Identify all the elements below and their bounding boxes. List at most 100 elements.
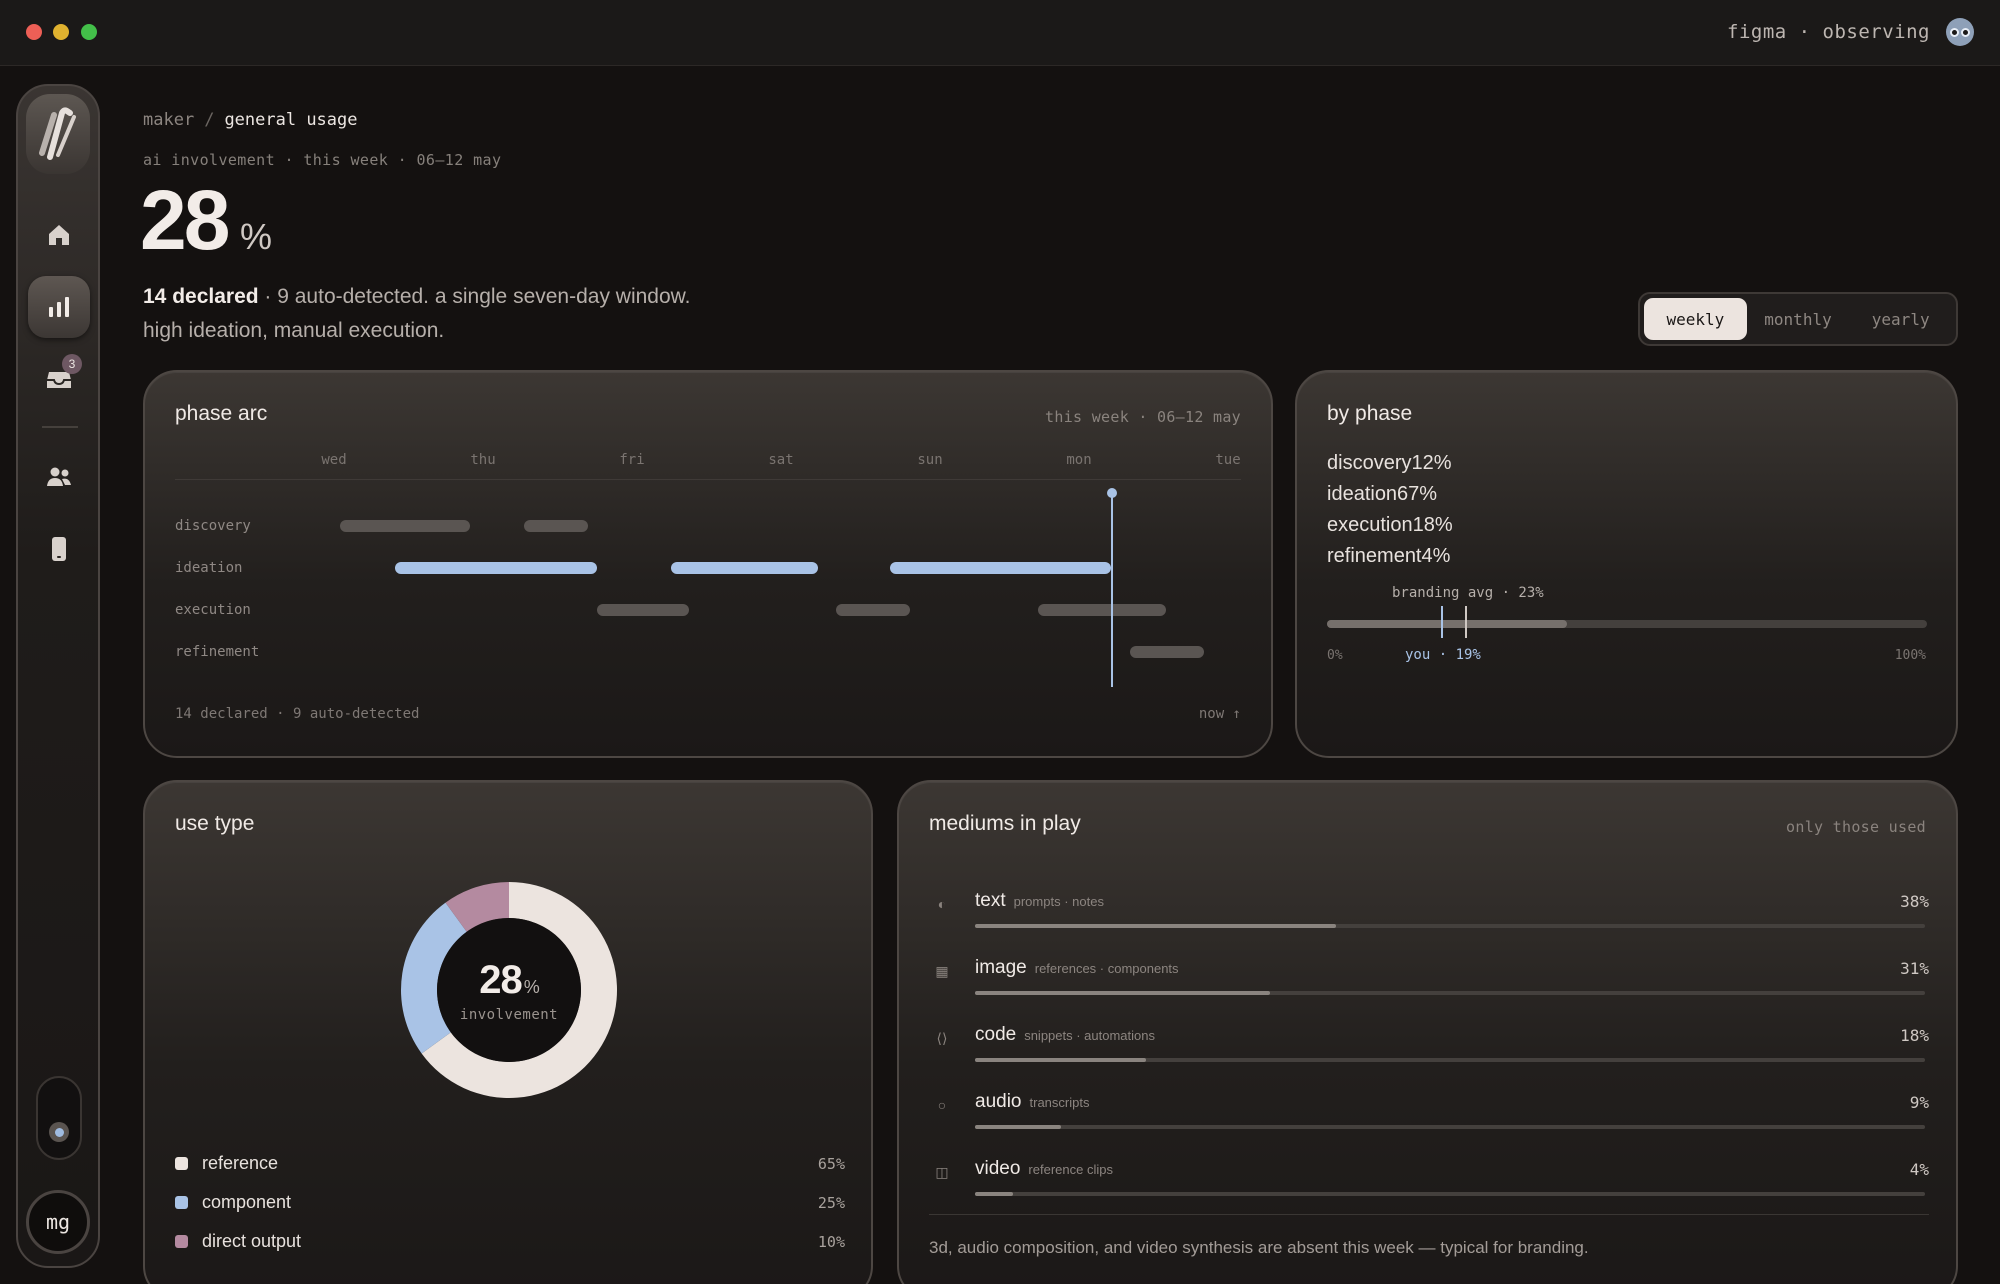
use-type-title: use type (175, 812, 255, 835)
legend-swatch (175, 1157, 188, 1170)
medium-row-audio[interactable]: ○ audio transcripts 9% (929, 1079, 1929, 1145)
phase-item-refinement: refinement4% (1327, 545, 1451, 567)
home-icon (49, 225, 69, 245)
now-label: now ↑ (1198, 706, 1241, 722)
day-label: thu (470, 452, 496, 468)
use-type-legend: reference 65% component 25% direct outpu… (175, 1144, 845, 1261)
execution-session-bar[interactable] (597, 604, 689, 616)
involvement-unit: % (240, 216, 273, 257)
day-axis-line (175, 479, 1241, 480)
mediums-note: 3d, audio composition, and video synthes… (929, 1238, 1589, 1257)
summary-line-2: high ideation, manual execution. (143, 319, 445, 342)
comparison-fill (1327, 620, 1567, 628)
branding-avg-label: branding avg · 23% (1392, 585, 1544, 601)
legend-swatch (175, 1196, 188, 1209)
video-icon: ◫ (935, 1164, 949, 1180)
people-icon (47, 467, 71, 486)
nav-home-button[interactable] (28, 204, 90, 266)
maximize-window-button[interactable] (81, 24, 97, 40)
nav-analytics-button[interactable] (28, 276, 90, 338)
window-titlebar: figma · observing (0, 0, 2000, 66)
day-label: fri (619, 452, 645, 468)
row-label-execution: execution (175, 602, 251, 618)
app-logo[interactable] (26, 94, 90, 174)
legend-row-component: component 25% (175, 1183, 845, 1222)
medium-sub: prompts · notes (1013, 894, 1104, 909)
medium-row-code[interactable]: ⟨⟩ code snippets · automations 18% (929, 1012, 1929, 1078)
nav-inbox-button[interactable]: 3 (28, 348, 90, 410)
use-type-card: use type 28% involvement reference 65% c… (143, 780, 873, 1284)
medium-pct: 9% (1909, 1093, 1929, 1112)
involvement-value: 28 (140, 173, 230, 267)
phase-item-ideation: ideation67% (1327, 483, 1438, 505)
medium-name: image references · components (975, 957, 1179, 979)
close-window-button[interactable] (26, 24, 42, 40)
page-subhead: ai involvement · this week · 06–12 may (143, 151, 502, 169)
ideation-session-bar[interactable] (890, 562, 1111, 574)
medium-row-image[interactable]: ▦ image references · components 31% (929, 945, 1929, 1011)
medium-track (975, 1125, 1925, 1129)
medium-pct: 4% (1909, 1160, 1929, 1179)
medium-row-video[interactable]: ◫ video reference clips 4% (929, 1146, 1929, 1212)
minimize-window-button[interactable] (53, 24, 69, 40)
observer-owl-icon[interactable] (1946, 18, 1974, 46)
sidebar-divider (42, 426, 78, 428)
bar-chart-icon (49, 297, 69, 317)
discovery-session-bar[interactable] (524, 520, 588, 532)
you-marker (1441, 606, 1443, 638)
range-weekly-button[interactable]: weekly (1644, 298, 1747, 340)
medium-sub: transcripts (1029, 1095, 1090, 1110)
day-label: sat (768, 452, 794, 468)
phase-item-execution: execution18% (1327, 514, 1453, 536)
breadcrumb-current: general usage (224, 110, 358, 130)
execution-session-bar[interactable] (1038, 604, 1166, 616)
image-icon: ▦ (935, 963, 949, 979)
phase-arc-card: phase arc this week · 06–12 may wed thu … (143, 370, 1273, 758)
legend-name: reference (202, 1153, 279, 1173)
observer-toggle[interactable] (36, 1076, 82, 1160)
range-monthly-button[interactable]: monthly (1747, 298, 1850, 340)
range-yearly-button[interactable]: yearly (1849, 298, 1952, 340)
discovery-session-bar[interactable] (340, 520, 470, 532)
day-label: sun (917, 452, 943, 468)
medium-pct: 18% (1900, 1026, 1929, 1045)
medium-label: text (975, 890, 1006, 911)
breadcrumb: maker / general usage (143, 110, 358, 130)
summary-rest: · 9 auto-detected. a single seven-day wi… (258, 285, 691, 308)
ideation-session-bar[interactable] (671, 562, 818, 574)
time-range-switch: weekly monthly yearly (1638, 292, 1958, 346)
donut-unit: % (523, 976, 540, 997)
logo-mark-icon (39, 107, 76, 160)
legend-swatch (175, 1235, 188, 1248)
legend-value: 25% (817, 1193, 845, 1212)
code-icon: ⟨⟩ (936, 1030, 948, 1046)
medium-row-text[interactable]: ◐ text prompts · notes 38% (929, 878, 1929, 944)
audio-icon: ○ (937, 1097, 947, 1113)
legend-value: 10% (817, 1232, 845, 1251)
medium-track (975, 924, 1925, 928)
medium-fill (975, 1058, 1146, 1062)
medium-track (975, 1058, 1925, 1062)
scale-max-label: 100% (1894, 648, 1926, 663)
medium-name: text prompts · notes (975, 890, 1104, 912)
nav-device-button[interactable] (28, 518, 90, 580)
phase-breakdown-list: discovery12% ideation67% execution18% re… (1327, 448, 1453, 572)
day-label: mon (1066, 452, 1092, 468)
execution-session-bar[interactable] (836, 604, 910, 616)
by-phase-card: by phase discovery12% ideation67% execut… (1295, 370, 1958, 758)
user-avatar[interactable]: mg (26, 1190, 90, 1254)
declared-count: 14 declared (143, 285, 259, 308)
toggle-knob[interactable] (49, 1122, 69, 1142)
medium-fill (975, 924, 1336, 928)
now-marker-line (1111, 492, 1113, 687)
breadcrumb-root[interactable]: maker (143, 110, 194, 130)
nav-people-button[interactable] (28, 446, 90, 508)
sidebar: 3 mg (16, 84, 100, 1268)
phone-icon (52, 537, 66, 561)
breadcrumb-separator: / (204, 110, 215, 130)
ideation-session-bar[interactable] (395, 562, 597, 574)
refinement-session-bar[interactable] (1130, 646, 1204, 658)
medium-name: code snippets · automations (975, 1024, 1155, 1046)
now-marker-dot (1107, 488, 1117, 498)
comparison-track (1327, 606, 1927, 638)
